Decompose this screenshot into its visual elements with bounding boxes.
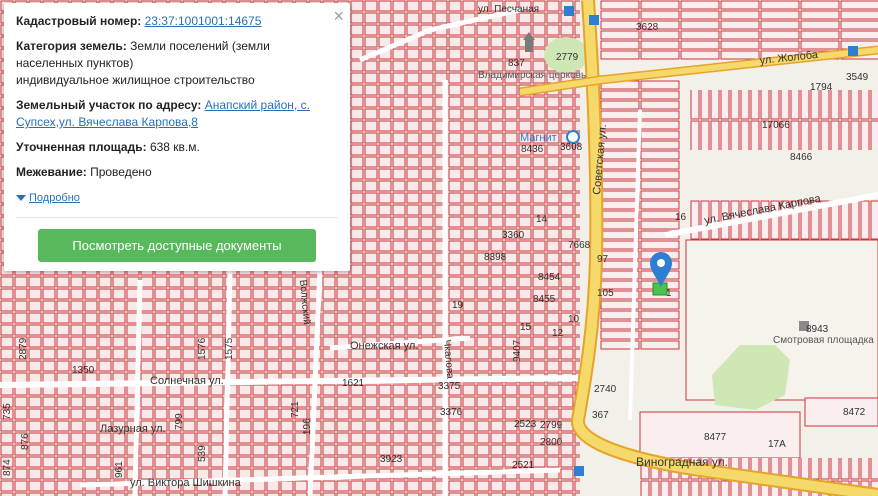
parcel-number: 1350: [72, 365, 95, 376]
parcel-number: 2523: [514, 419, 537, 430]
parcel-number: 1794: [810, 82, 833, 93]
parcel-number: 8454: [538, 272, 561, 283]
parcel-number: 2799: [540, 420, 563, 431]
parcel-number: 9407: [512, 339, 523, 362]
parcel-number: 3628: [636, 22, 659, 33]
survey-row: Межевание: Проведено: [16, 164, 338, 181]
parcel-number: 1575: [224, 337, 235, 360]
poi-label-stadium: Смотровая площадка: [773, 335, 874, 346]
parcel-number: 16: [675, 212, 687, 223]
view-documents-button[interactable]: Посмотреть доступные документы: [38, 229, 316, 262]
parcel-number: 735: [2, 403, 13, 420]
poi-label-magnit: Магнит: [520, 132, 557, 144]
street-label-lazurnaya: Лазурная ул.: [100, 423, 166, 435]
parcel-number: 837: [508, 58, 525, 69]
street-label-onezhskaya: Онежская ул.: [350, 340, 418, 352]
street-label-vinogradnaya: Виноградная ул.: [636, 455, 728, 469]
parcel-number: 97: [597, 254, 609, 265]
parcel-number: 539: [197, 445, 208, 462]
area-label: Уточненная площадь:: [16, 140, 147, 154]
parcel-number: 8455: [533, 294, 556, 305]
parcel-number: 105: [597, 288, 614, 299]
poi-label-church: Владимирская церковь: [478, 70, 586, 81]
parcel-info-popup: × Кадастровый номер: 23:37:1001001:14675…: [4, 3, 350, 271]
parcel-number: 7668: [568, 240, 591, 251]
parcel-number: 196: [302, 418, 313, 435]
parcel-number: 3376: [440, 407, 463, 418]
parcel-number: 14: [536, 214, 548, 225]
parcel-number: 17066: [762, 120, 790, 131]
parcel-number: 19: [452, 300, 464, 311]
street-label-shishkina: ул. Виктора Шишкина: [130, 477, 242, 489]
parcel-number: 8398: [484, 252, 507, 263]
details-link[interactable]: Подробно: [29, 190, 80, 207]
area-row: Уточненная площадь: 638 кв.м.: [16, 139, 338, 156]
parcel-number: 8943: [806, 324, 829, 335]
parcel-number: 8472: [843, 407, 866, 418]
parcel-number: 2521: [512, 460, 535, 471]
parcel-number: 2800: [540, 437, 563, 448]
parcel-number: 8436: [521, 144, 544, 155]
parcel-number: 17А: [768, 439, 786, 450]
parcel-number: 15: [520, 322, 532, 333]
parcel-number: 2879: [18, 337, 29, 360]
parcel-number: 8466: [790, 152, 813, 163]
parcel-8472: [804, 397, 878, 427]
divider: [16, 217, 338, 218]
survey-label: Межевание:: [16, 165, 87, 179]
triangle-down-icon: [16, 194, 26, 201]
cadastral-number-label: Кадастровый номер:: [16, 14, 142, 28]
parcel-number: 3375: [438, 381, 461, 392]
parcel-number: 2740: [594, 384, 617, 395]
cadastral-number-row: Кадастровый номер: 23:37:1001001:14675: [16, 13, 338, 30]
parcel-number: 1621: [342, 378, 365, 389]
parcel-number: 3549: [846, 72, 869, 83]
parcel-number: 876: [20, 433, 31, 450]
cadastral-number-link[interactable]: 23:37:1001001:14675: [145, 14, 262, 28]
parcel-number: 8477: [704, 432, 727, 443]
parcel-number: 3923: [380, 454, 403, 465]
area-value: 638 кв.м.: [149, 140, 200, 154]
parcel-number: 3360: [502, 230, 525, 241]
details-toggle[interactable]: Подробно: [16, 189, 338, 207]
parcel-number: 3608: [560, 142, 583, 153]
parcel-number: 12: [552, 328, 564, 339]
close-icon[interactable]: ×: [333, 5, 344, 27]
street-label-peschanaya: ул. Песчаная: [478, 4, 539, 15]
address-label: Земельный участок по адресу:: [16, 98, 202, 112]
land-category-row: Категория земель: Земли поселений (земли…: [16, 38, 338, 89]
street-label-solnechnaya: Солнечная ул.: [150, 375, 224, 387]
address-row: Земельный участок по адресу: Анапский ра…: [16, 97, 338, 131]
survey-value: Проведено: [90, 165, 152, 179]
parcel-number: 1: [666, 288, 672, 299]
parcel-number: 367: [592, 410, 609, 421]
parcel-number: 2779: [556, 52, 579, 63]
parcel-number: 10: [568, 314, 580, 325]
parcel-number: 799: [174, 413, 185, 430]
parcel-number: 721: [290, 401, 301, 418]
land-use-value: индивидуальное жилищное строительство: [16, 73, 255, 87]
land-category-label: Категория земель:: [16, 39, 127, 53]
parcel-number: 1576: [197, 337, 208, 360]
parcel-number: 874: [2, 459, 13, 476]
parcel-number: 961: [114, 461, 125, 478]
